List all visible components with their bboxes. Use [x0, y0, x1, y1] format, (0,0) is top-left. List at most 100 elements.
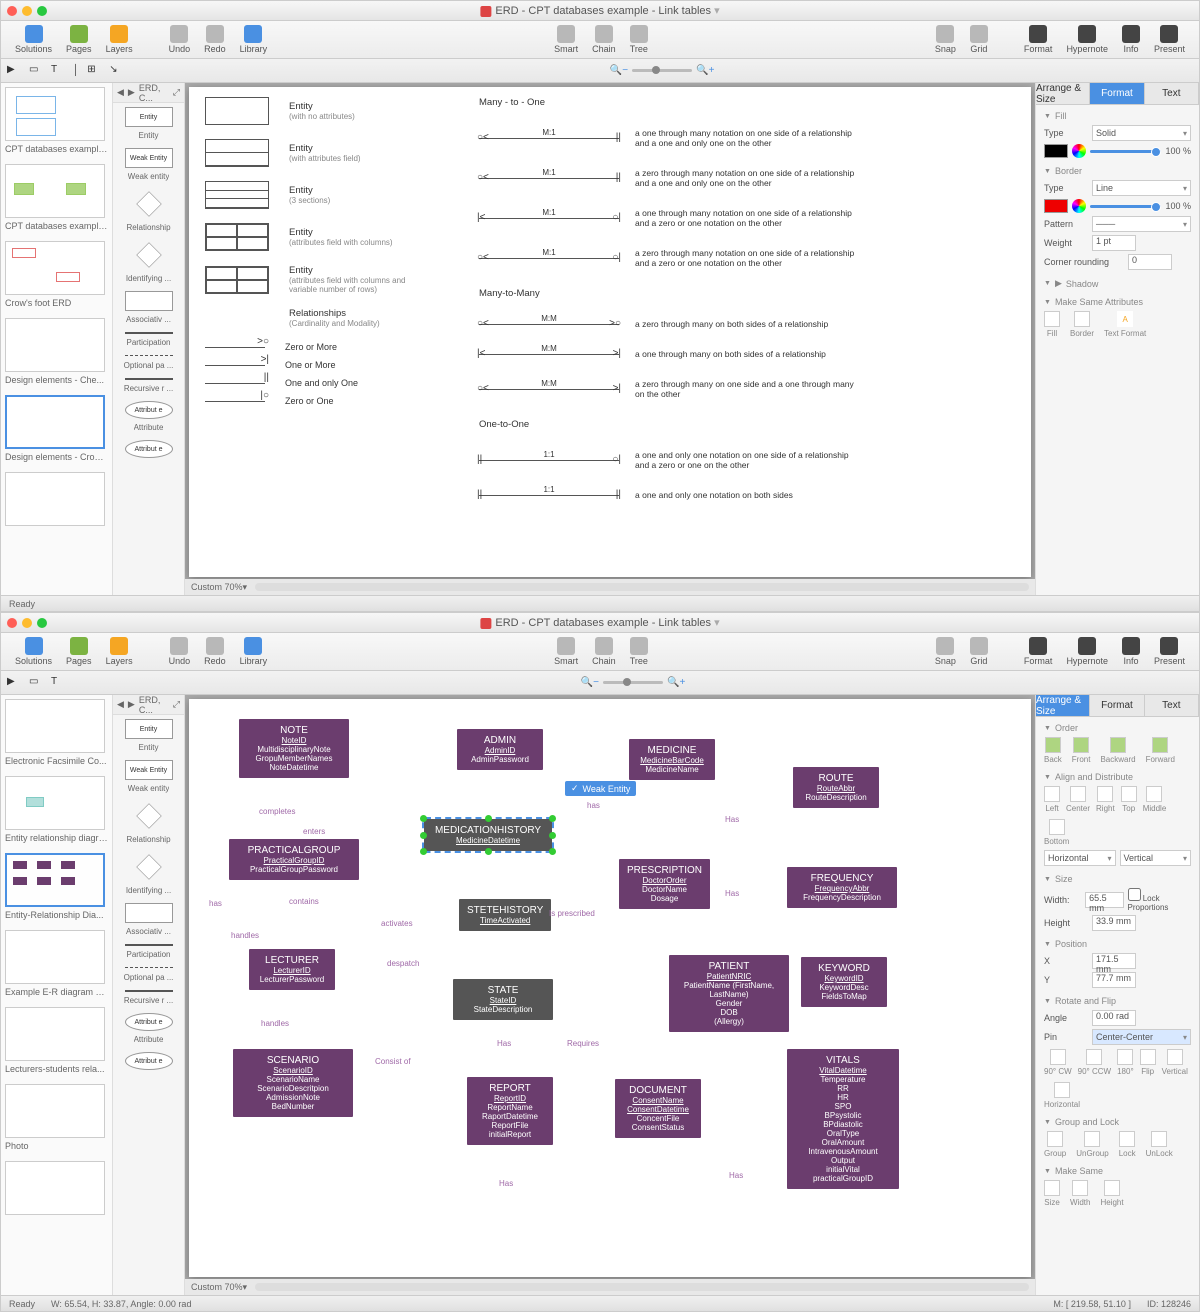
- page-thumb[interactable]: [5, 395, 105, 449]
- redo-button[interactable]: Redo: [198, 635, 232, 668]
- hypernote-button[interactable]: Hypernote: [1060, 23, 1114, 56]
- position-section[interactable]: Position: [1044, 939, 1191, 949]
- tab-format[interactable]: Format: [1090, 83, 1144, 104]
- page-thumb[interactable]: [5, 318, 105, 372]
- align-bottom[interactable]: Bottom: [1044, 819, 1069, 846]
- fill-color-swatch[interactable]: [1044, 144, 1068, 158]
- nav-back-icon[interactable]: ◀: [117, 699, 124, 710]
- lib-identifying-icon[interactable]: [136, 242, 161, 267]
- align-middle[interactable]: Middle: [1143, 786, 1167, 813]
- nav-fwd-icon[interactable]: ▶: [128, 699, 135, 710]
- group-section[interactable]: Group and Lock: [1044, 1117, 1191, 1127]
- grid-button[interactable]: Grid: [964, 635, 994, 668]
- format-button[interactable]: Format: [1018, 23, 1059, 56]
- pin-select[interactable]: Center-Center: [1092, 1029, 1191, 1045]
- chain-button[interactable]: Chain: [586, 635, 622, 668]
- lib-weak-entity-icon[interactable]: Weak Entity: [125, 760, 173, 780]
- pages-panel[interactable]: CPT databases example ... CPT databases …: [1, 83, 113, 595]
- layers-button[interactable]: Layers: [100, 23, 139, 56]
- titlebar[interactable]: ERD - CPT databases example - Link table…: [1, 613, 1199, 633]
- order-front[interactable]: Front: [1072, 737, 1091, 764]
- order-forward[interactable]: Forward: [1146, 737, 1175, 764]
- border-section[interactable]: Border: [1044, 166, 1191, 176]
- zoom-in-icon[interactable]: 🔍+: [667, 677, 685, 688]
- order-section[interactable]: Order: [1044, 723, 1191, 733]
- y-input[interactable]: 77.7 mm: [1092, 972, 1136, 988]
- make-same-fill[interactable]: Fill: [1044, 311, 1060, 338]
- flip-h[interactable]: Horizontal: [1044, 1082, 1080, 1109]
- h-scrollbar[interactable]: [255, 583, 1029, 591]
- tree-button[interactable]: Tree: [624, 23, 654, 56]
- page-thumb[interactable]: [5, 164, 105, 218]
- size-section[interactable]: Size: [1044, 874, 1191, 884]
- breadcrumb[interactable]: ERD, C...: [139, 695, 169, 715]
- undo-button[interactable]: Undo: [163, 23, 197, 56]
- info-button[interactable]: Info: [1116, 635, 1146, 668]
- weight-input[interactable]: 1 pt: [1092, 235, 1136, 251]
- entity-note[interactable]: NOTENoteIDMultidisciplinaryNoteGropuMemb…: [239, 719, 349, 778]
- breadcrumb[interactable]: ERD, C...: [139, 83, 169, 103]
- rot-90ccw[interactable]: 90° CCW: [1078, 1049, 1111, 1076]
- ungroup-btn[interactable]: UnGroup: [1076, 1131, 1108, 1158]
- lib-participation-icon[interactable]: [125, 332, 173, 334]
- snap-button[interactable]: Snap: [929, 23, 962, 56]
- tab-text[interactable]: Text: [1145, 83, 1199, 104]
- lib-recursive-icon[interactable]: [125, 990, 173, 992]
- page-thumb[interactable]: [5, 1007, 105, 1061]
- zoom-out-icon[interactable]: 🔍−: [581, 677, 599, 688]
- nav-fwd-icon[interactable]: ▶: [128, 87, 135, 98]
- close-icon[interactable]: [7, 618, 17, 628]
- x-input[interactable]: 171.5 mm: [1092, 953, 1136, 969]
- lib-attribute2-icon[interactable]: Attribut e: [125, 1052, 173, 1070]
- expand-icon[interactable]: ⤢: [173, 699, 180, 710]
- entity-state[interactable]: STATEStateIDStateDescription: [453, 979, 553, 1020]
- lib-associative-icon[interactable]: [125, 291, 173, 311]
- nav-back-icon[interactable]: ◀: [117, 87, 124, 98]
- align-icon[interactable]: ⊞: [87, 64, 101, 78]
- color-picker-icon[interactable]: [1072, 144, 1086, 158]
- entity-lecturer[interactable]: LECTURERLecturerIDLecturerPassword: [249, 949, 335, 990]
- snap-button[interactable]: Snap: [929, 635, 962, 668]
- angle-input[interactable]: 0.00 rad: [1092, 1010, 1136, 1026]
- height-input[interactable]: 33.9 mm: [1092, 915, 1136, 931]
- align-right[interactable]: Right: [1096, 786, 1115, 813]
- tab-arrange[interactable]: Arrange & Size: [1036, 695, 1090, 716]
- maximize-icon[interactable]: [37, 618, 47, 628]
- library-panel[interactable]: ◀▶ERD, C...⤢ EntityEntity Weak EntityWea…: [113, 695, 185, 1295]
- entity-scenario[interactable]: SCENARIOScenarioIDScenarioNameScenarioDe…: [233, 1049, 353, 1117]
- zoom-control[interactable]: 🔍− 🔍+: [581, 677, 686, 688]
- page-thumb[interactable]: [5, 241, 105, 295]
- rotate-section[interactable]: Rotate and Flip: [1044, 996, 1191, 1006]
- make-same-section[interactable]: Make Same Attributes: [1044, 297, 1191, 307]
- lib-attribute-icon[interactable]: Attribut e: [125, 401, 173, 419]
- page-thumb[interactable]: [5, 87, 105, 141]
- pages-button[interactable]: Pages: [60, 23, 98, 56]
- entity-medicationhistory[interactable]: MEDICATIONHISTORYMedicineDatetime: [424, 819, 552, 851]
- width-input[interactable]: 65.5 mm: [1085, 892, 1123, 908]
- fill-section[interactable]: Fill: [1044, 111, 1191, 121]
- fill-opacity-slider[interactable]: [1090, 150, 1161, 153]
- tab-arrange[interactable]: Arrange & Size: [1036, 83, 1090, 104]
- titlebar[interactable]: ERD - CPT databases example - Link table…: [1, 1, 1199, 21]
- maximize-icon[interactable]: [37, 6, 47, 16]
- border-opacity-slider[interactable]: [1090, 205, 1161, 208]
- pages-button[interactable]: Pages: [60, 635, 98, 668]
- pattern-select[interactable]: ───: [1092, 216, 1191, 232]
- rot-90cw[interactable]: 90° CW: [1044, 1049, 1072, 1076]
- minimize-icon[interactable]: [22, 6, 32, 16]
- zoom-out-icon[interactable]: 🔍−: [610, 65, 628, 76]
- page-thumb[interactable]: [5, 853, 105, 907]
- lib-recursive-icon[interactable]: [125, 378, 173, 380]
- pointer-icon[interactable]: ▶: [7, 64, 21, 78]
- format-button[interactable]: Format: [1018, 635, 1059, 668]
- zoom-label[interactable]: Custom 70%: [191, 1282, 243, 1292]
- unlock-btn[interactable]: UnLock: [1146, 1131, 1173, 1158]
- undo-button[interactable]: Undo: [163, 635, 197, 668]
- solutions-button[interactable]: Solutions: [9, 635, 58, 668]
- entity-stetehistory[interactable]: STETEHISTORYTimeActivated: [459, 899, 551, 931]
- lib-optional-icon[interactable]: [125, 967, 173, 969]
- entity-admin[interactable]: ADMINAdminIDAdminPassword: [457, 729, 543, 770]
- library-button[interactable]: Library: [234, 635, 274, 668]
- order-back[interactable]: Back: [1044, 737, 1062, 764]
- page-thumb[interactable]: [5, 699, 105, 753]
